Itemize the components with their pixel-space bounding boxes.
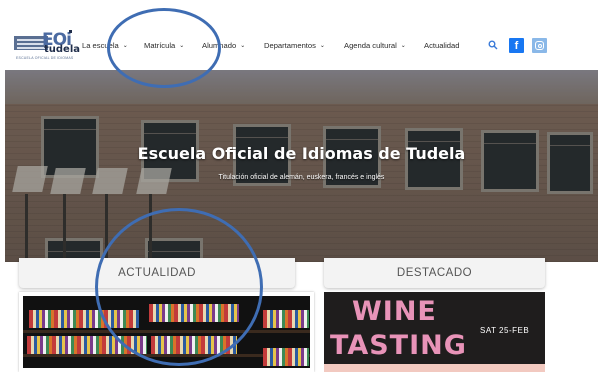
logo-subtitle: ESCUELA OFICIAL DE IDIOMAS: [16, 56, 74, 60]
hero-subtitle: Titulación oficial de alemán, euskera, f…: [218, 174, 385, 181]
site-header: EOi tudela ESCUELA OFICIAL DE IDIOMAS La…: [0, 0, 598, 70]
search-icon[interactable]: [488, 40, 500, 52]
annotation-circle-matricula: [107, 8, 221, 88]
chevron-down-icon: ⌄: [319, 43, 325, 49]
chevron-down-icon: ⌄: [400, 43, 406, 49]
featured-line-2: TASTING: [330, 330, 467, 361]
hero-title: Escuela Oficial de Idiomas de Tudela: [137, 144, 466, 163]
logo-dot: [69, 30, 72, 33]
hero-overlay: [5, 70, 598, 262]
nav-item-actualidad[interactable]: Actualidad: [424, 41, 459, 50]
section-tab-destacado[interactable]: DESTACADO: [324, 258, 545, 288]
nav-item-label: Departamentos: [264, 41, 316, 50]
hero-banner: Escuela Oficial de Idiomas de Tudela Tit…: [5, 70, 598, 262]
featured-date: SAT 25-FEB: [480, 326, 530, 335]
search-icon-graphic: [488, 40, 498, 50]
nav-item-label: Agenda cultural: [344, 41, 397, 50]
nav-item-departamentos[interactable]: Departamentos ⌄: [264, 41, 325, 50]
featured-line-1: WINE: [352, 296, 437, 327]
instagram-icon[interactable]: [532, 38, 547, 53]
chevron-down-icon: ⌄: [240, 43, 246, 49]
school-logo[interactable]: EOi tudela ESCUELA OFICIAL DE IDIOMAS: [14, 30, 80, 64]
facebook-icon[interactable]: f: [509, 38, 524, 53]
book-row: [263, 348, 309, 366]
annotation-circle-actualidad: [95, 208, 263, 366]
logo-name: tudela: [44, 44, 81, 55]
nav-item-agenda-cultural[interactable]: Agenda cultural ⌄: [344, 41, 406, 50]
featured-card[interactable]: WINE TASTING SAT 25-FEB: [324, 292, 545, 372]
featured-footer-bar: [324, 364, 545, 372]
book-row: [263, 310, 309, 328]
